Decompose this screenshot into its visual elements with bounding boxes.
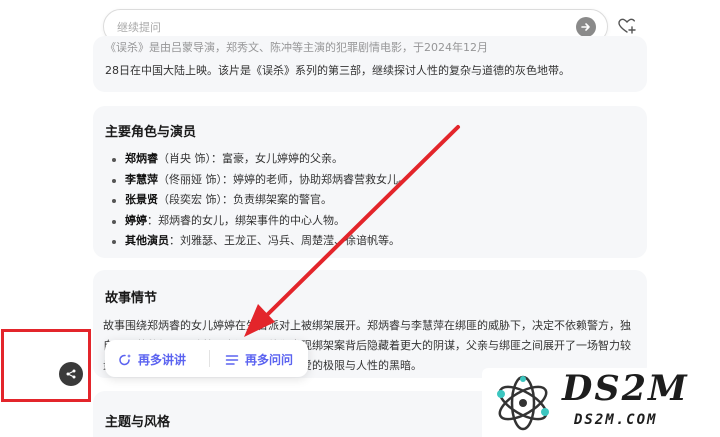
cast-title: 主要角色与演员 xyxy=(105,125,197,140)
cast-name: 李慧萍 xyxy=(125,172,158,186)
more-talk-button[interactable]: 再多讲讲 xyxy=(118,351,186,368)
list-item: 张景贤（段奕宏 饰）：负责绑架案的警官。 xyxy=(111,190,409,211)
more-ask-label: 再多问问 xyxy=(245,353,294,367)
watermark: DS2M DS2M.COM xyxy=(482,368,720,437)
list-item: 李慧萍（佟丽娅 饰）：婷婷的老师，协助郑炳睿营救女儿。 xyxy=(111,170,409,191)
cast-name: 其他演员 xyxy=(125,234,169,247)
cast-name: 郑炳睿 xyxy=(125,152,158,165)
arrow-right-icon xyxy=(581,23,590,31)
list-item: 其他演员：刘雅瑟、王龙正、冯兵、周楚滢、徐谙帆等。 xyxy=(111,231,409,252)
cast-detail: ：刘雅瑟、王龙正、冯兵、周楚滢、徐谙帆等。 xyxy=(169,234,400,247)
cast-detail: （肖央 饰）：富豪，女儿婷婷的父亲。 xyxy=(158,152,343,165)
theme-title: 主题与风格 xyxy=(105,415,171,430)
atom-logo-icon xyxy=(497,375,549,431)
follow-up-actions: 再多讲讲 再多问问 xyxy=(105,340,308,377)
share-button[interactable] xyxy=(59,362,83,386)
more-talk-label: 再多讲讲 xyxy=(138,353,187,367)
cast-detail: （段奕宏 饰）：负责绑架案的警官。 xyxy=(158,193,332,206)
list-item: 婷婷：郑炳睿的女儿，绑架事件的中心人物。 xyxy=(111,211,409,232)
cast-name: 张景贤 xyxy=(125,193,158,206)
heart-plus-icon[interactable] xyxy=(617,16,637,36)
plot-title: 故事情节 xyxy=(105,291,158,306)
share-icon xyxy=(66,369,76,379)
list-lines-icon xyxy=(225,354,239,365)
cast-card: 主要角色与演员 郑炳睿（肖央 饰）：富豪，女儿婷婷的父亲。 李慧萍（佟丽娅 饰）… xyxy=(93,106,647,258)
list-item: 郑炳睿（肖央 饰）：富豪，女儿婷婷的父亲。 xyxy=(111,149,409,170)
intro-card: 《误杀》是由吕蒙导演，郑秀文、陈冲等主演的犯罪剧情电影，于2024年12月 28… xyxy=(93,36,647,92)
cast-detail: （佟丽娅 饰）：婷婷的老师，协助郑炳睿营救女儿。 xyxy=(158,172,409,186)
watermark-url: DS2M.COM xyxy=(574,412,658,428)
cast-detail: ：郑炳睿的女儿，绑架事件的中心人物。 xyxy=(147,213,345,227)
send-button[interactable] xyxy=(576,17,596,37)
watermark-text: DS2M xyxy=(562,368,689,409)
more-ask-button[interactable]: 再多问问 xyxy=(225,351,293,368)
search-placeholder: 继续提问 xyxy=(117,21,161,34)
pill-divider xyxy=(209,350,210,367)
cast-name: 婷婷 xyxy=(125,213,147,227)
sparkle-chat-icon xyxy=(119,353,131,365)
chat-page: 继续提问 《误杀》是由吕蒙导演，郑秀文、陈冲等主演的犯罪剧情电影，于2024年1… xyxy=(0,0,720,437)
intro-text-line-1: 《误杀》是由吕蒙导演，郑秀文、陈冲等主演的犯罪剧情电影，于2024年12月 xyxy=(105,41,488,54)
cast-list: 郑炳睿（肖央 饰）：富豪，女儿婷婷的父亲。 李慧萍（佟丽娅 饰）：婷婷的老师，协… xyxy=(111,149,409,252)
intro-text-line-2: 28日在中国大陆上映。该片是《误杀》系列的第三部，继续探讨人性的复杂与道德的灰色… xyxy=(105,64,570,77)
